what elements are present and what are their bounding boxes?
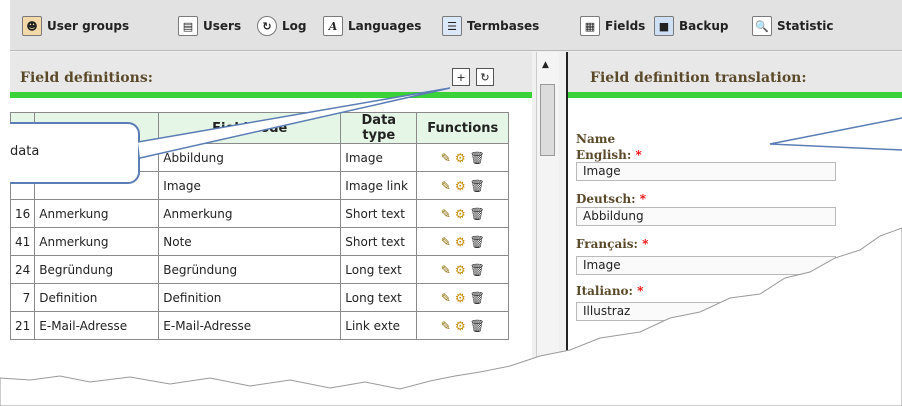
torn-edge xyxy=(0,227,902,406)
torn-edge-shape xyxy=(0,227,902,406)
